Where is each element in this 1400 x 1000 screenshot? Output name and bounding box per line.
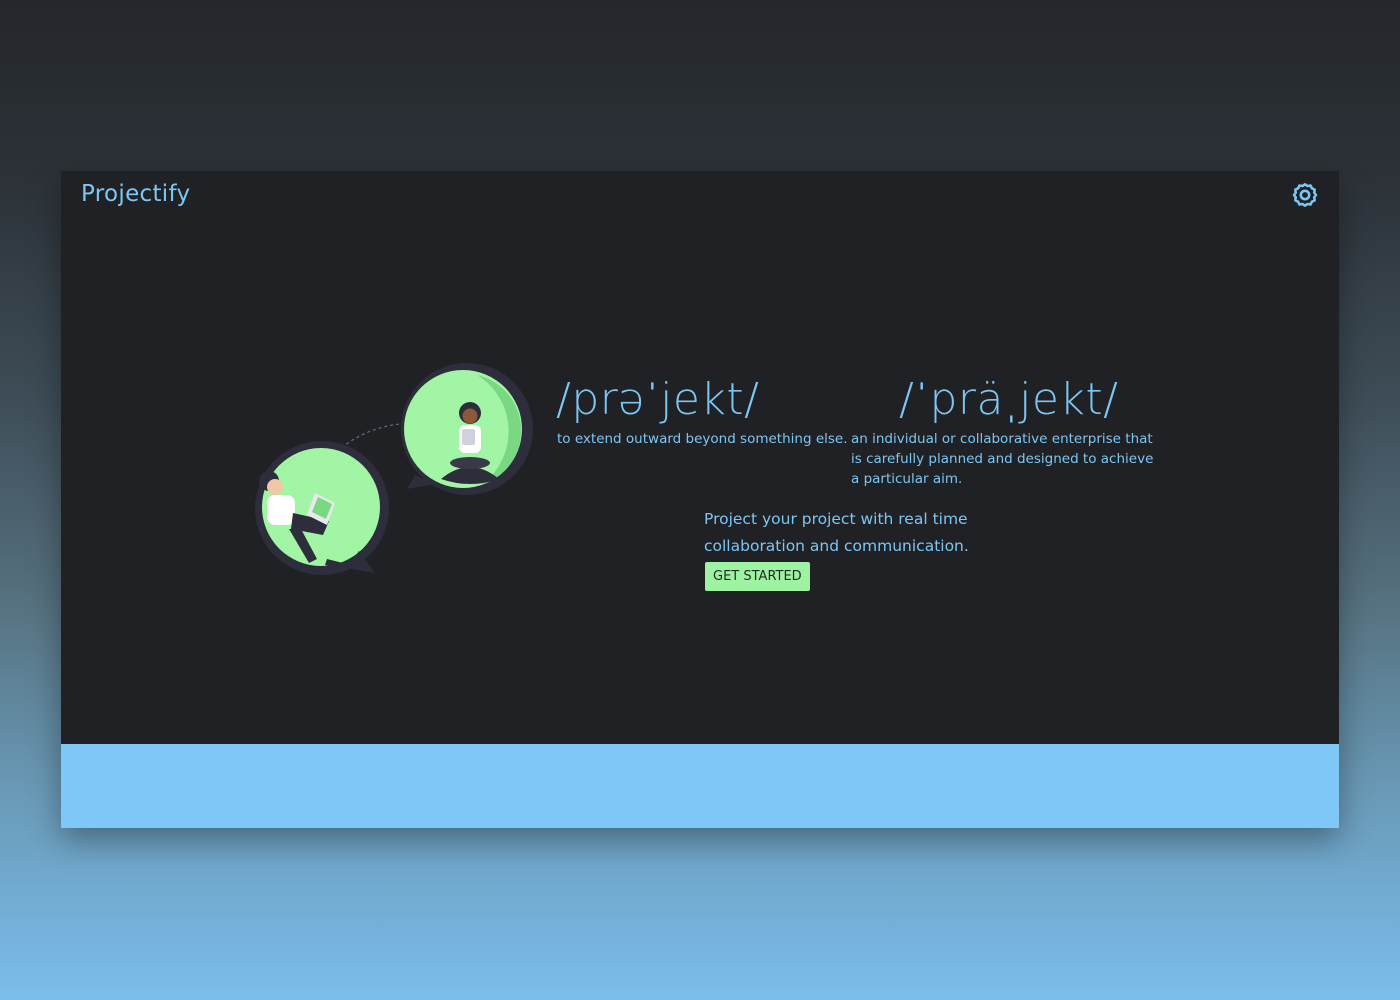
hero-tagline: Project your project with real time coll… bbox=[704, 510, 969, 555]
verb-definition: to extend outward beyond something else. bbox=[557, 431, 848, 447]
app-window: Projectify /prəˈjekt/ /ˈpräˌjekt/ to ext… bbox=[61, 171, 1339, 828]
gear-icon[interactable] bbox=[1291, 181, 1319, 209]
get-started-button[interactable]: GET STARTED bbox=[705, 562, 810, 591]
chat-bubbles-illustration bbox=[249, 363, 539, 598]
brand-logo[interactable]: Projectify bbox=[81, 181, 190, 207]
noun-pronunciation: /ˈpräˌjekt/ bbox=[899, 374, 1119, 425]
verb-pronunciation: /prəˈjekt/ bbox=[556, 374, 760, 425]
noun-definition: an individual or collaborative enterpris… bbox=[851, 431, 1154, 487]
footer-band bbox=[61, 744, 1339, 828]
